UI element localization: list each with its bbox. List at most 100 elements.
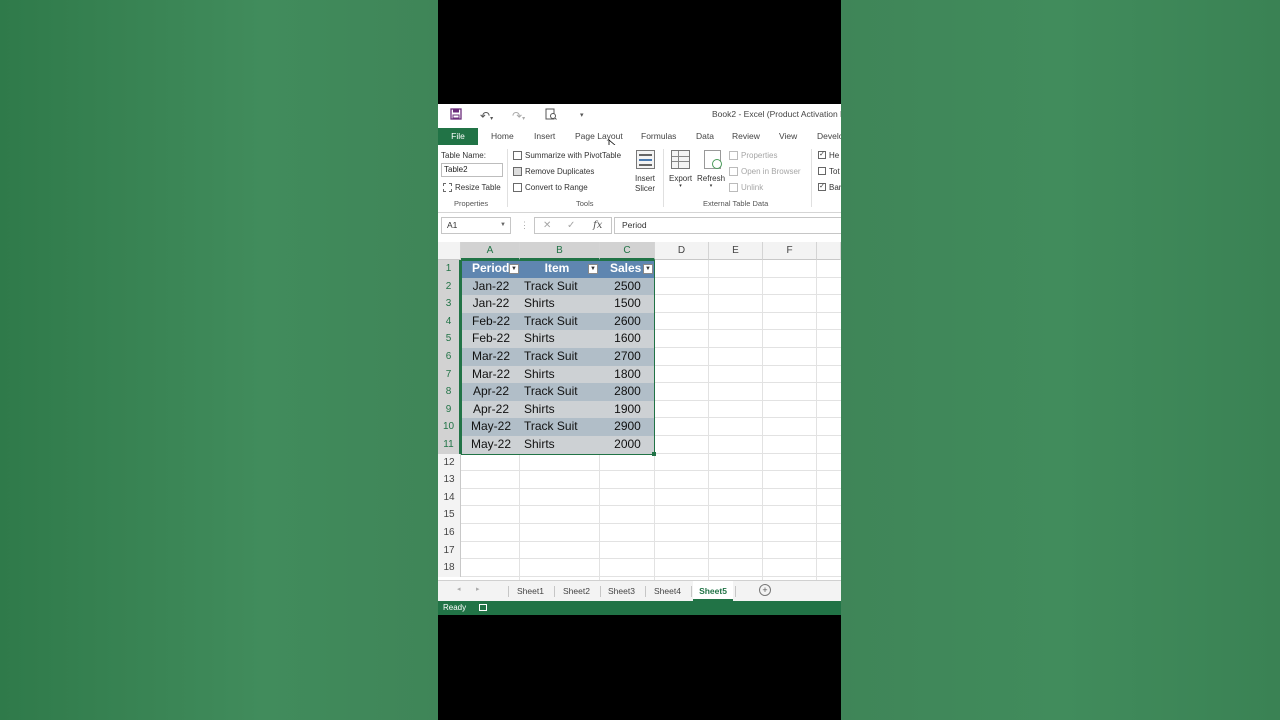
row-header[interactable]: 2 [438, 277, 461, 296]
enter-icon[interactable]: ✓ [567, 219, 575, 233]
row-header[interactable]: 11 [438, 436, 461, 454]
fill-handle[interactable] [652, 452, 656, 456]
resize-table-button[interactable]: Resize Table [443, 183, 501, 193]
add-sheet-icon[interactable]: + [759, 584, 771, 596]
remove-duplicates-button[interactable]: Remove Duplicates [513, 167, 594, 177]
convert-to-range-button[interactable]: Convert to Range [513, 183, 588, 193]
cell-item[interactable]: Shirts [522, 401, 600, 419]
cell-period[interactable]: Apr-22 [462, 401, 520, 419]
cell-period[interactable]: Mar-22 [462, 366, 520, 384]
cell-period[interactable]: Jan-22 [462, 278, 520, 296]
print-preview-icon[interactable] [545, 108, 557, 124]
row-header[interactable]: 8 [438, 383, 461, 401]
row-header[interactable]: 1 [438, 260, 461, 278]
cell-period[interactable]: Feb-22 [462, 313, 520, 331]
cell-item[interactable]: Track Suit [522, 278, 600, 296]
total-row-checkbox[interactable] [818, 167, 826, 175]
sheet-tab-sheet5[interactable]: Sheet5 [693, 581, 733, 601]
save-icon[interactable] [450, 108, 462, 124]
row-header[interactable]: 7 [438, 365, 461, 384]
column-header-d[interactable]: D [655, 242, 709, 260]
cell-sales[interactable]: 2000 [600, 436, 655, 454]
row-header[interactable]: 10 [438, 418, 461, 436]
column-header-e[interactable]: E [709, 242, 763, 260]
cell-sales[interactable]: 1500 [600, 295, 655, 313]
name-box-dropdown-icon[interactable]: ▼ [500, 218, 506, 233]
cell-item[interactable]: Track Suit [522, 348, 600, 366]
cell-period[interactable]: May-22 [462, 418, 520, 436]
cancel-icon[interactable]: ✕ [543, 219, 551, 233]
tab-data[interactable]: Data [696, 128, 714, 145]
properties-button[interactable]: Properties [729, 151, 777, 161]
unlink-button[interactable]: Unlink [729, 183, 763, 193]
cell-sales[interactable]: 1600 [600, 330, 655, 348]
cell-sales[interactable]: 1800 [600, 366, 655, 384]
insert-function-icon[interactable]: fx [593, 219, 602, 233]
open-in-browser-button[interactable]: Open in Browser [729, 167, 801, 177]
row-header[interactable]: 4 [438, 312, 461, 331]
cell-period[interactable]: Feb-22 [462, 330, 520, 348]
banded-rows-checkbox[interactable]: ✓ [818, 183, 826, 191]
row-header[interactable]: 15 [438, 506, 461, 524]
sheet-tab-sheet2[interactable]: Sheet2 [556, 581, 597, 601]
row-header[interactable]: 18 [438, 559, 461, 577]
header-row-checkbox[interactable]: ✓ [818, 151, 826, 159]
cell-sales[interactable]: 1900 [600, 401, 655, 419]
row-header[interactable]: 13 [438, 471, 461, 489]
tab-review[interactable]: Review [732, 128, 760, 145]
summarize-pivot-button[interactable]: Summarize with PivotTable [513, 151, 621, 161]
row-header[interactable]: 14 [438, 488, 461, 507]
cell-item[interactable]: Shirts [522, 330, 600, 348]
row-header[interactable]: 16 [438, 524, 461, 542]
filter-dropdown-icon[interactable]: ▼ [509, 264, 519, 274]
table-name-input[interactable]: Table2 [441, 163, 503, 177]
scroll-tabs-right-icon[interactable]: ▸ [476, 585, 480, 593]
row-header[interactable]: 17 [438, 541, 461, 560]
tab-home[interactable]: Home [491, 128, 514, 145]
tab-insert[interactable]: Insert [534, 128, 555, 145]
name-box[interactable]: A1 ▼ [441, 217, 511, 234]
row-header[interactable]: 6 [438, 348, 461, 366]
column-header-f[interactable]: F [763, 242, 817, 260]
refresh-button[interactable]: Refresh ▾ [697, 174, 725, 189]
column-header-g[interactable] [817, 242, 841, 260]
undo-icon[interactable]: ↶▾ [480, 108, 493, 124]
select-all-corner[interactable] [438, 242, 461, 260]
cell-period[interactable]: May-22 [462, 436, 520, 454]
tab-file[interactable]: File [438, 128, 478, 145]
cell-sales[interactable]: 2700 [600, 348, 655, 366]
customize-qat-icon[interactable]: ▾ [580, 108, 584, 124]
insert-slicer-button[interactable]: Insert Slicer [635, 174, 655, 194]
cell-sales[interactable]: 2500 [600, 278, 655, 296]
row-header[interactable]: 9 [438, 400, 461, 419]
cell-sales[interactable]: 2600 [600, 313, 655, 331]
cell-sales[interactable]: 2900 [600, 418, 655, 436]
row-header[interactable]: 12 [438, 453, 461, 472]
cell-period[interactable]: Apr-22 [462, 383, 520, 401]
cell-item[interactable]: Track Suit [522, 313, 600, 331]
sheet-tab-sheet1[interactable]: Sheet1 [510, 581, 551, 601]
cell-period[interactable]: Jan-22 [462, 295, 520, 313]
cell-item[interactable]: Shirts [522, 366, 600, 384]
filter-dropdown-icon[interactable]: ▼ [588, 264, 598, 274]
column-header-b[interactable]: B [520, 242, 600, 260]
scroll-tabs-left-icon[interactable]: ◂ [457, 585, 461, 593]
export-button[interactable]: Export ▾ [669, 174, 692, 189]
cell-item[interactable]: Shirts [522, 295, 600, 313]
row-header[interactable]: 5 [438, 330, 461, 348]
column-header-a[interactable]: A [461, 242, 520, 260]
row-header[interactable]: 3 [438, 295, 461, 313]
cell-item[interactable]: Track Suit [522, 418, 600, 436]
sheet-tab-sheet3[interactable]: Sheet3 [601, 581, 642, 601]
tab-view[interactable]: View [779, 128, 797, 145]
cell-period[interactable]: Mar-22 [462, 348, 520, 366]
macro-record-icon[interactable] [479, 604, 487, 611]
redo-icon[interactable]: ↷▾ [512, 108, 525, 124]
formula-input[interactable]: Period [614, 217, 841, 234]
column-header-c[interactable]: C [600, 242, 655, 260]
cell-sales[interactable]: 2800 [600, 383, 655, 401]
tab-developer[interactable]: Develo [817, 128, 841, 145]
cell-item[interactable]: Shirts [522, 436, 600, 454]
tab-formulas[interactable]: Formulas [641, 128, 676, 145]
filter-dropdown-icon[interactable]: ▼ [643, 264, 653, 274]
